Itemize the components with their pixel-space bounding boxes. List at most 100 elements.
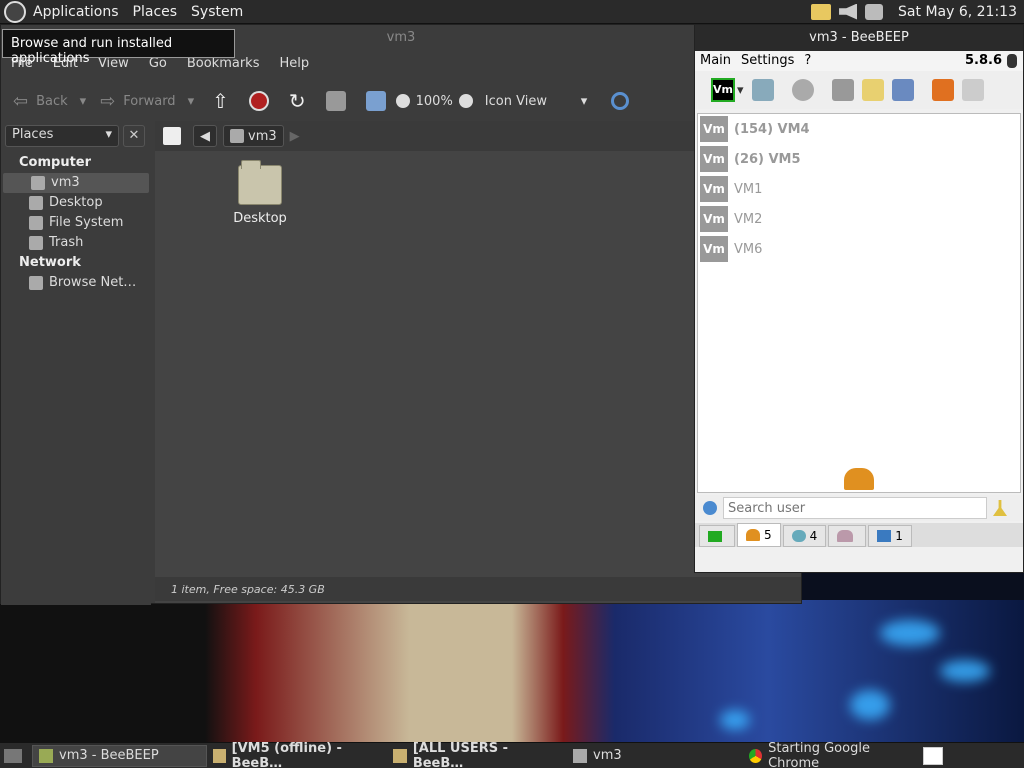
- close-sidebar-button[interactable]: ✕: [123, 125, 145, 147]
- folder-label: Desktop: [233, 211, 287, 226]
- sidebar: Places ▾ ✕ Computer vm3 Desktop File Sys…: [1, 121, 151, 605]
- avatar: Vm: [700, 146, 728, 172]
- tab-groups[interactable]: [828, 525, 867, 547]
- taskbar-item-all-users[interactable]: [ALL USERS - BeeB…: [387, 741, 567, 768]
- desktop-icon: [29, 196, 43, 210]
- list-item[interactable]: Vm (154) VM4: [698, 114, 1020, 144]
- view-mode-select[interactable]: Icon View: [485, 94, 581, 109]
- file-manager-window: vm3 File Edit View Go Bookmarks Help ⇦ B…: [0, 24, 802, 605]
- back-arrow-icon: ⇦: [13, 90, 29, 112]
- menu-help[interactable]: Help: [269, 53, 319, 75]
- status-bar: 1 item, Free space: 45.3 GB: [155, 577, 801, 601]
- trash-icon[interactable]: [961, 79, 984, 101]
- up-icon[interactable]: ⇧: [212, 89, 229, 113]
- user-list: Vm (154) VM4 Vm (26) VM5 Vm VM1 Vm VM2 Vm VM6: [697, 113, 1021, 493]
- taskbar-item-vm5[interactable]: [VM5 (offline) - BeeB…: [207, 741, 387, 768]
- tab-users[interactable]: 5: [737, 523, 781, 547]
- chat-icon: [791, 530, 806, 542]
- folder-icon: [573, 748, 587, 763]
- computer-icon[interactable]: [365, 91, 386, 111]
- menu-settings[interactable]: Settings: [736, 51, 799, 71]
- search-icon[interactable]: [611, 92, 630, 110]
- linux-icon: [1007, 54, 1017, 68]
- zoom-level[interactable]: 100%: [416, 94, 453, 109]
- mail-icon[interactable]: [811, 3, 832, 20]
- chevron-down-icon[interactable]: ▾: [188, 94, 195, 109]
- reload-icon[interactable]: ↻: [289, 89, 306, 113]
- home-screen-icon: [708, 530, 722, 542]
- bottom-taskbar: vm3 - BeeBEEP [VM5 (offline) - BeeB… [AL…: [0, 741, 1024, 768]
- profile-icon[interactable]: [751, 79, 774, 101]
- sidebar-item-trash[interactable]: Trash: [1, 233, 151, 253]
- edit-icon[interactable]: [861, 79, 884, 101]
- zoom-out-icon[interactable]: [395, 94, 410, 108]
- menu-main[interactable]: Main: [695, 51, 736, 71]
- chevron-down-icon[interactable]: ▾: [80, 94, 87, 109]
- list-item[interactable]: Vm VM6: [698, 234, 1020, 264]
- sidebar-item-filesystem[interactable]: File System: [1, 213, 151, 233]
- chevron-down-icon: ▾: [105, 127, 112, 142]
- update-icon[interactable]: [931, 79, 954, 101]
- desktop-wallpaper: [0, 600, 1024, 742]
- list-item[interactable]: Vm VM2: [698, 204, 1020, 234]
- path-segment-vm3[interactable]: vm3: [223, 125, 284, 147]
- edit-location-icon[interactable]: [163, 127, 181, 145]
- chevron-down-icon[interactable]: ▾: [581, 94, 588, 109]
- gnome-foot-icon[interactable]: [4, 0, 26, 23]
- sidebar-section-network: Network: [19, 255, 81, 270]
- taskbar-item-vm3[interactable]: vm3: [567, 745, 743, 767]
- applications-menu[interactable]: Applications: [26, 4, 126, 20]
- forward-arrow-icon: ⇨: [100, 90, 116, 112]
- tooltip: Browse and run installed applications: [2, 29, 235, 66]
- sidebar-item-browse-network[interactable]: Browse Net…: [1, 273, 151, 293]
- network-icon[interactable]: [791, 79, 814, 101]
- sidebar-item-desktop[interactable]: Desktop: [1, 193, 151, 213]
- avatar: Vm: [700, 236, 728, 262]
- workspace-switcher-icon[interactable]: [923, 746, 943, 765]
- volume-icon[interactable]: [839, 3, 858, 20]
- network-icon[interactable]: [865, 3, 884, 20]
- taskbar-item-chrome[interactable]: Starting Google Chrome: [743, 741, 921, 768]
- drive-icon: [29, 216, 43, 230]
- home-folder-icon: [230, 129, 244, 143]
- tools-icon[interactable]: [891, 79, 914, 101]
- tab-chats[interactable]: 4: [782, 525, 827, 547]
- search-input[interactable]: [723, 497, 987, 519]
- forward-button[interactable]: ⇨ Forward ▾: [100, 83, 194, 119]
- path-forward-arrow[interactable]: ▶: [290, 129, 300, 144]
- top-panel: Applications Places System Sat May 6, 21…: [0, 0, 1024, 24]
- taskbar-item-beebeep[interactable]: vm3 - BeeBEEP: [32, 744, 207, 767]
- sidebar-item-vm3[interactable]: vm3: [3, 173, 149, 193]
- list-item[interactable]: Vm VM1: [698, 174, 1020, 204]
- tab-files[interactable]: 1: [868, 525, 912, 547]
- trash-icon: [29, 236, 43, 250]
- status-button[interactable]: Vm: [711, 78, 735, 102]
- zoom-in-icon[interactable]: [458, 94, 473, 108]
- chrome-icon: [749, 748, 763, 763]
- list-item[interactable]: Vm (26) VM5: [698, 144, 1020, 174]
- menu-help[interactable]: ?: [799, 51, 816, 71]
- avatar: Vm: [700, 176, 728, 202]
- home-icon[interactable]: [325, 91, 346, 111]
- back-button[interactable]: ⇦ Back ▾: [13, 83, 86, 119]
- stop-icon[interactable]: [248, 91, 269, 111]
- gear-icon[interactable]: [703, 501, 717, 515]
- clear-broom-icon[interactable]: [993, 500, 1007, 516]
- sidebar-places-dropdown[interactable]: Places ▾: [5, 125, 119, 147]
- beebeep-window: vm3 - BeeBEEP Main Settings ? 5.8.6 Vm ▾…: [694, 24, 1024, 573]
- chat-window-icon: [393, 748, 407, 763]
- avatar: Vm: [700, 116, 728, 142]
- version-label: 5.8.6: [964, 53, 1002, 68]
- chevron-down-icon[interactable]: ▾: [737, 83, 744, 98]
- beebeep-icon: [39, 748, 53, 763]
- home-folder-icon: [31, 176, 45, 190]
- folder-share-icon[interactable]: [831, 79, 854, 101]
- places-menu[interactable]: Places: [126, 4, 185, 20]
- path-back-arrow[interactable]: ◀: [193, 125, 217, 147]
- avatar: Vm: [700, 206, 728, 232]
- system-menu[interactable]: System: [184, 4, 250, 20]
- show-desktop-icon[interactable]: [4, 748, 22, 763]
- clock[interactable]: Sat May 6, 21:13: [891, 4, 1024, 20]
- tab-home[interactable]: [699, 525, 735, 547]
- folder-item[interactable]: Desktop: [215, 160, 305, 226]
